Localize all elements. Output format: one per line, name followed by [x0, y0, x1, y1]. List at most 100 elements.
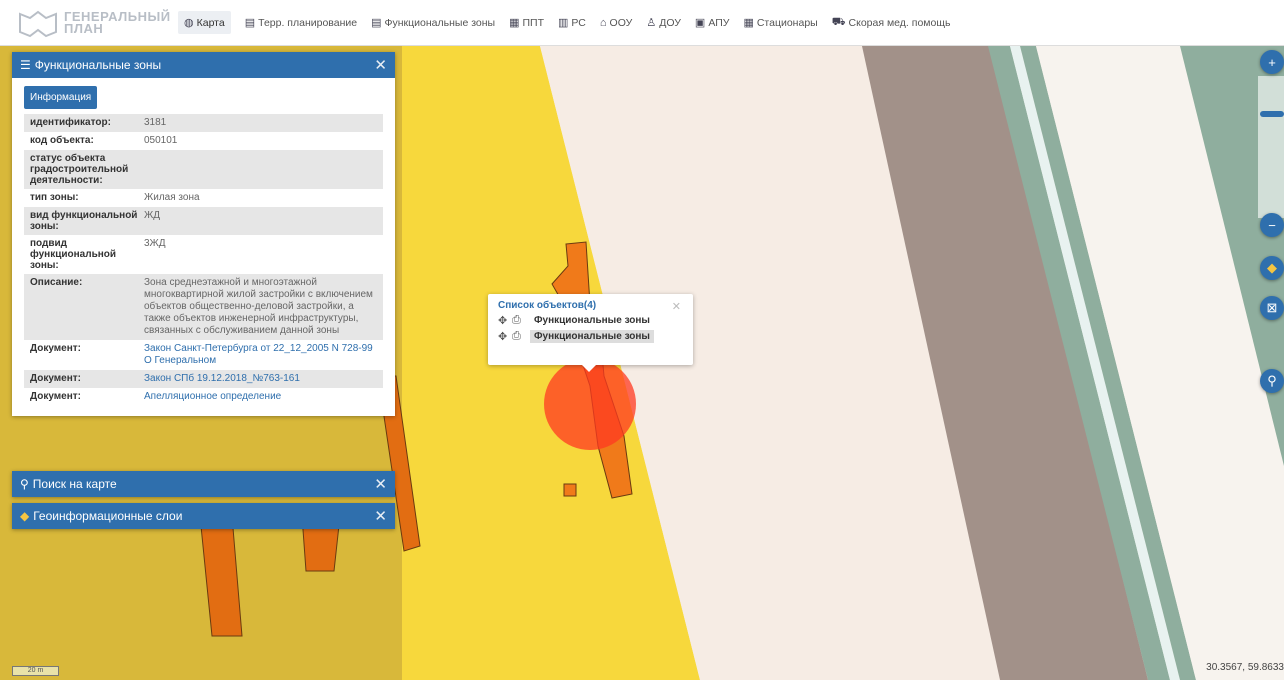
attr-key: тип зоны: [30, 192, 79, 203]
panel-header[interactable]: ◆ Геоинформационные слои ✕ [12, 503, 395, 529]
close-icon[interactable]: ✕ [374, 56, 387, 74]
document-link[interactable]: Апелляционное определение [144, 391, 383, 403]
attr-value: Жилая зона [144, 192, 200, 203]
zoom-out-button[interactable]: − [1260, 213, 1284, 237]
hospital-icon: ▦ [743, 17, 754, 29]
document-link[interactable]: Закон Санкт-Петербурга от 22_12_2005 N 7… [144, 343, 383, 367]
attr-key: вид функциональной зоны: [30, 210, 138, 232]
nav-dou[interactable]: ♙ ДОУ [646, 16, 681, 30]
measure-button[interactable]: ⊠ [1260, 296, 1284, 320]
popup-list-item[interactable]: ✥ ⎙ Функциональные зоны [498, 330, 683, 343]
logo-text: ГЕНЕРАЛЬНЫЙ ПЛАН [64, 10, 171, 35]
panel-body: Информация идентификатор: 3181 код объект… [12, 78, 395, 416]
attr-value: ЖД [144, 210, 161, 221]
plus-icon: + [1268, 54, 1276, 70]
panel-map-search[interactable]: ⚲ Поиск на карте ✕ [12, 471, 395, 497]
school-icon: ⌂ [599, 16, 607, 29]
move-icon[interactable]: ✥ [498, 330, 512, 343]
info-tab-button[interactable]: Информация [24, 86, 98, 109]
search-icon: ⚲ [20, 477, 29, 491]
attr-value [144, 153, 383, 186]
nav-oou[interactable]: ⌂ ООУ [600, 17, 632, 29]
top-navigation-bar: ГЕНЕРАЛЬНЫЙ ПЛАН ◍ Карта ▤ Терр. планирова… [0, 0, 1284, 46]
panel-title: Геоинформационные слои [33, 509, 183, 523]
attributes-table: идентификатор: 3181 код объекта: 050101 ст… [24, 114, 383, 406]
clinic-icon: ▣ [694, 17, 706, 29]
attr-key: Документ: [30, 391, 82, 402]
zoom-slider-track[interactable] [1258, 76, 1284, 218]
attr-row: вид функциональной зоны: ЖД [24, 207, 383, 235]
panel-header: ☰ Функциональные зоны ✕ [12, 52, 395, 78]
close-icon[interactable]: ✕ [374, 475, 387, 493]
attr-key: код объекта: [30, 135, 94, 146]
attr-key: подвид функциональной зоны: [30, 238, 117, 271]
attr-row: подвид функциональной зоны: 3ЖД [24, 235, 383, 274]
attr-row: статус объекта градостроительной деятель… [24, 150, 383, 189]
nav-functional-zones[interactable]: ▤ Функциональные зоны [371, 16, 496, 30]
ruler-icon: ⊠ [1266, 300, 1278, 315]
attr-row: Документ: Закон СПб 19.12.2018_№763-161 [24, 370, 383, 388]
nav-hospitals[interactable]: ▦ Стационары [743, 16, 818, 30]
popup-item-label[interactable]: Функциональные зоны [530, 314, 654, 327]
list-icon: ▤ [371, 17, 382, 29]
ambulance-icon: ⛟ [831, 15, 846, 28]
globe-icon: ◍ [184, 17, 194, 29]
layers-icon: ◆ [1267, 260, 1277, 275]
popup-pointer [582, 365, 596, 372]
document-icon: ▤ [244, 17, 256, 29]
logo-emblem-icon [19, 10, 57, 37]
cursor-coordinates: 30.3567, 59.8633 [1206, 662, 1284, 673]
close-icon[interactable]: ✕ [374, 507, 387, 525]
attr-key: Описание: [30, 277, 83, 288]
popup-item-label[interactable]: Функциональные зоны [530, 330, 654, 343]
nav-label: Стационары [756, 16, 818, 29]
zoom-slider-handle[interactable] [1260, 111, 1284, 117]
layers-icon: ◆ [20, 509, 30, 523]
table-icon: ▥ [558, 17, 569, 29]
popup-title: Список объектов(4) [498, 300, 597, 311]
search-icon: ⚲ [1267, 373, 1277, 388]
nav-ambulance[interactable]: ⛟ Скорая мед. помощь [832, 16, 951, 30]
nav-label: ППТ [522, 16, 545, 29]
scale-bar: 20 m [12, 666, 59, 676]
nav-label: РС [571, 16, 586, 29]
document-link[interactable]: Закон СПб 19.12.2018_№763-161 [144, 373, 383, 385]
nav-apu[interactable]: ▣ АПУ [694, 16, 730, 30]
nav-territorial-planning[interactable]: ▤ Терр. планирование [244, 16, 358, 30]
zoom-in-button[interactable]: + [1260, 50, 1284, 74]
nav-label: ООУ [609, 16, 633, 29]
attr-value: 3181 [144, 117, 167, 128]
panel-header[interactable]: ⚲ Поиск на карте ✕ [12, 471, 395, 497]
nav-label: Скорая мед. помощь [848, 16, 951, 29]
panel-functional-zones: ☰ Функциональные зоны ✕ Информация иденти… [12, 52, 395, 416]
kindergarten-icon: ♙ [646, 17, 657, 29]
app-logo[interactable]: ГЕНЕРАЛЬНЫЙ ПЛАН [18, 8, 174, 38]
layers-button[interactable]: ◆ [1260, 256, 1284, 280]
nav-rs[interactable]: ▥ РС [558, 16, 586, 30]
nav-map[interactable]: ◍ Карта [178, 11, 231, 34]
table-icon: ▦ [509, 17, 520, 29]
nav-label: Функциональные зоны [384, 16, 496, 29]
attr-key: статус объекта градостроительной деятель… [30, 153, 129, 186]
attr-row: Документ: Закон Санкт-Петербурга от 22_12… [24, 340, 383, 370]
minus-icon: − [1268, 217, 1276, 233]
move-icon[interactable]: ✥ [498, 314, 512, 327]
attr-key: Документ: [30, 373, 82, 384]
list-icon: ☰ [20, 58, 31, 72]
attr-value: 050101 [144, 135, 178, 146]
search-map-button[interactable]: ⚲ [1260, 369, 1284, 393]
popup-list-item[interactable]: ✥ ⎙ Функциональные зоны [498, 314, 683, 327]
close-icon[interactable]: ✕ [672, 300, 681, 313]
nav-label: Терр. планирование [258, 16, 358, 29]
attr-row: Описание: Зона среднеэтажной и многоэтажн… [24, 274, 383, 340]
attr-value: Зона среднеэтажной и многоэтажной многок… [144, 277, 373, 336]
nav-label: АПУ [708, 16, 730, 29]
attr-row: код объекта: 050101 [24, 132, 383, 150]
print-icon[interactable]: ⎙ [512, 314, 530, 327]
panel-geo-layers[interactable]: ◆ Геоинформационные слои ✕ [12, 503, 395, 529]
print-icon[interactable]: ⎙ [512, 330, 530, 343]
panel-title: Поиск на карте [32, 477, 117, 491]
attr-key: идентификатор: [30, 117, 111, 128]
objects-list-popup: Список объектов(4) ✕ ✥ ⎙ Функциональные … [488, 294, 693, 372]
nav-ppt[interactable]: ▦ ППТ [509, 16, 545, 30]
